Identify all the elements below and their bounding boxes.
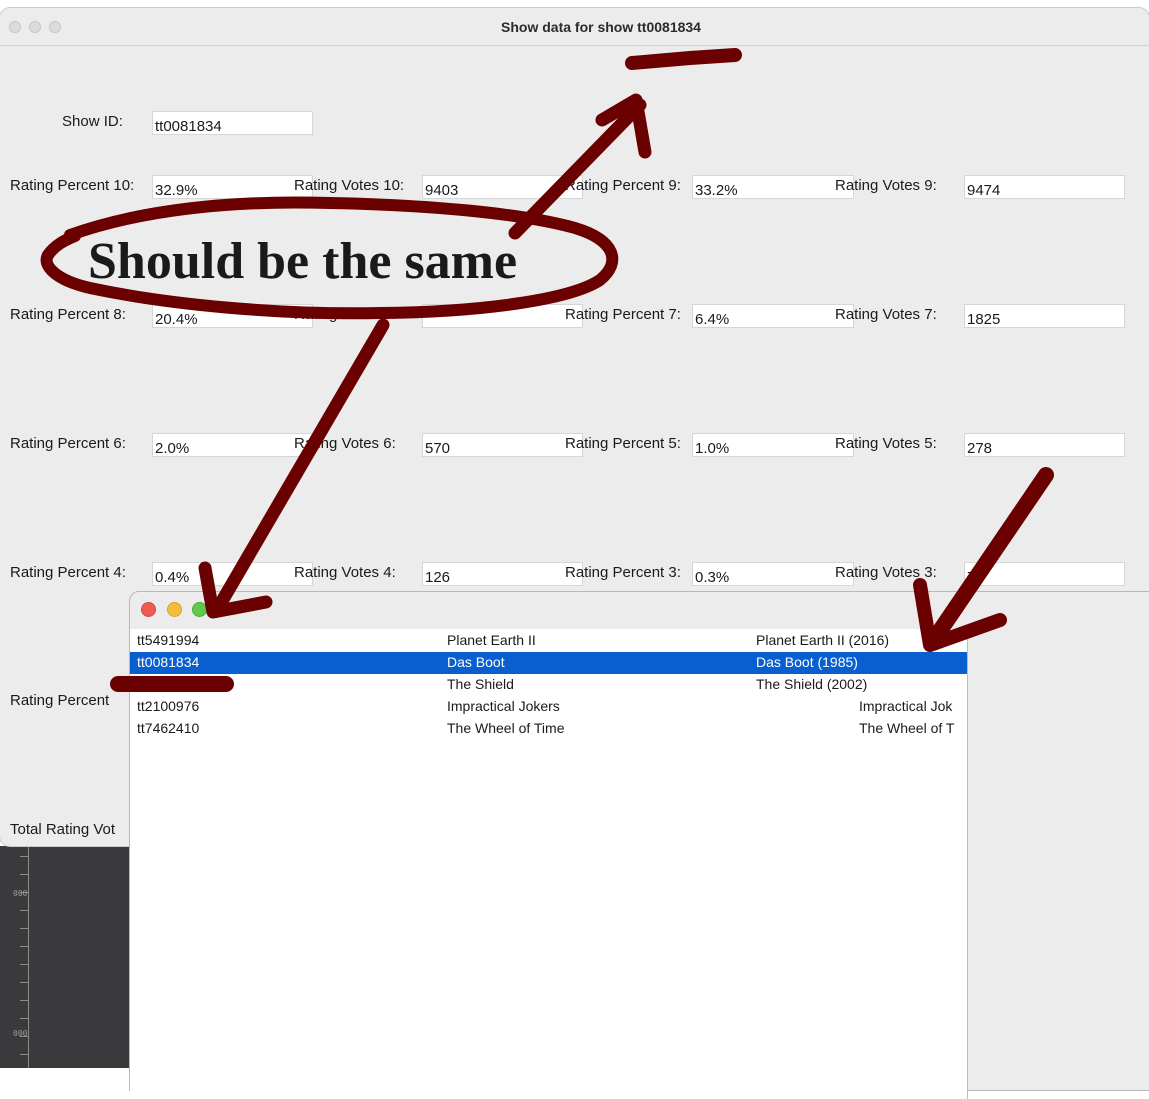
rating-percent-7-field[interactable]: 6.4% <box>692 304 854 328</box>
zoom-window-icon[interactable] <box>192 602 207 617</box>
show-listbox[interactable]: tt5491994 Planet Earth II Planet Earth I… <box>130 629 968 1099</box>
list-cell-full-title: The Wheel of T <box>859 720 955 736</box>
list-row[interactable]: tt2100976 Impractical Jokers Impractical… <box>130 696 967 718</box>
rating-votes-10-label: Rating Votes 10: <box>294 177 405 194</box>
list-cell-title: The Shield <box>447 676 514 692</box>
list-cell-id: tt7462410 <box>137 720 200 736</box>
rating-percent-9-field[interactable]: 33.2% <box>692 175 854 199</box>
window-title: Show data for show tt0081834 <box>501 19 701 35</box>
rating-percent-10-label: Rating Percent 10: <box>10 177 135 194</box>
ruler-tick <box>20 964 28 965</box>
rating-votes-4-label: Rating Votes 4: <box>294 564 396 581</box>
window-titlebar[interactable]: Show data for show tt0081834 <box>0 8 1149 46</box>
list-cell-full-title: The Shield (2002) <box>756 676 868 692</box>
rating-percent-5-field[interactable]: 1.0% <box>692 433 854 457</box>
ruler-tick <box>20 856 28 857</box>
close-window-icon[interactable] <box>141 602 156 617</box>
rating-votes-6-label: Rating Votes 6: <box>294 435 396 452</box>
ruler-tick <box>20 982 28 983</box>
ruler-tick <box>20 928 28 929</box>
list-row[interactable]: tt7462410 The Wheel of Time The Wheel of… <box>130 718 967 740</box>
rating-votes-8-label: Rating Votes 8: <box>294 306 396 323</box>
rating-percent-5-label: Rating Percent 5: <box>565 435 681 452</box>
rating-percent-6-field[interactable]: 2.0% <box>152 433 313 457</box>
rating-votes-5-field[interactable]: 278 <box>964 433 1125 457</box>
rating-percent-9-label: Rating Percent 9: <box>565 177 681 194</box>
rating-percent-8-label: Rating Percent 8: <box>10 306 126 323</box>
list-cell-full-title: Planet Earth II (2016) <box>756 632 890 648</box>
rating-votes-4-field[interactable]: 126 <box>422 562 583 586</box>
minimize-window-icon[interactable] <box>167 602 182 617</box>
rating-percent-7-label: Rating Percent 7: <box>565 306 681 323</box>
rating-percent-3-label: Rating Percent 3: <box>565 564 681 581</box>
list-cell-id: tt0081834 <box>137 654 200 670</box>
ruler-tick <box>20 946 28 947</box>
background-ruler: 000 000 <box>6 846 29 1068</box>
rating-percent-2-label: Rating Percent <box>10 692 110 709</box>
list-row[interactable]: The Shield The Shield (2002) <box>130 674 967 696</box>
ruler-tick <box>20 1018 28 1019</box>
annotation-text: Should be the same <box>88 233 518 290</box>
ruler-label: 000 <box>13 1029 28 1038</box>
ruler-tick <box>20 874 28 875</box>
rating-votes-8-field[interactable] <box>422 304 583 328</box>
ruler-tick <box>20 1000 28 1001</box>
list-window-titlebar[interactable] <box>130 592 1149 628</box>
list-cell-title: The Wheel of Time <box>447 720 565 736</box>
list-cell-title: Impractical Jokers <box>447 698 560 714</box>
rating-percent-3-field[interactable]: 0.3% <box>692 562 854 586</box>
ruler-tick <box>20 1054 28 1055</box>
list-row-selected[interactable]: tt0081834 Das Boot Das Boot (1985) <box>130 652 967 674</box>
list-cell-full-title: Impractical Jok <box>859 698 953 714</box>
rating-percent-10-field[interactable]: 32.9% <box>152 175 313 199</box>
show-id-field[interactable]: tt0081834 <box>152 111 313 135</box>
show-id-label: Show ID: <box>62 113 123 130</box>
list-cell-id: tt2100976 <box>137 698 200 714</box>
rating-votes-7-label: Rating Votes 7: <box>835 306 937 323</box>
list-cell-id: tt5491994 <box>137 632 200 648</box>
rating-votes-9-field[interactable]: 9474 <box>964 175 1125 199</box>
show-list-window: tt5491994 Planet Earth II Planet Earth I… <box>129 591 1149 1099</box>
rating-percent-4-label: Rating Percent 4: <box>10 564 126 581</box>
rating-votes-5-label: Rating Votes 5: <box>835 435 937 452</box>
rating-percent-8-field[interactable]: 20.4% <box>152 304 313 328</box>
ruler-label: 000 <box>13 889 28 898</box>
rating-votes-10-field[interactable]: 9403 <box>422 175 583 199</box>
rating-percent-4-field[interactable]: 0.4% <box>152 562 313 586</box>
rating-votes-6-field[interactable]: 570 <box>422 433 583 457</box>
rating-votes-7-field[interactable]: 1825 <box>964 304 1125 328</box>
list-row[interactable]: tt5491994 Planet Earth II Planet Earth I… <box>130 630 967 652</box>
total-rating-votes-label: Total Rating Vot <box>10 821 116 838</box>
rating-votes-9-label: Rating Votes 9: <box>835 177 937 194</box>
rating-percent-6-label: Rating Percent 6: <box>10 435 126 452</box>
ruler-tick <box>20 910 28 911</box>
list-cell-full-title: Das Boot (1985) <box>756 654 858 670</box>
rating-votes-3-field[interactable]: 73 <box>964 562 1125 586</box>
list-cell-title: Das Boot <box>447 654 505 670</box>
rating-votes-3-label: Rating Votes 3: <box>835 564 937 581</box>
list-cell-title: Planet Earth II <box>447 632 536 648</box>
